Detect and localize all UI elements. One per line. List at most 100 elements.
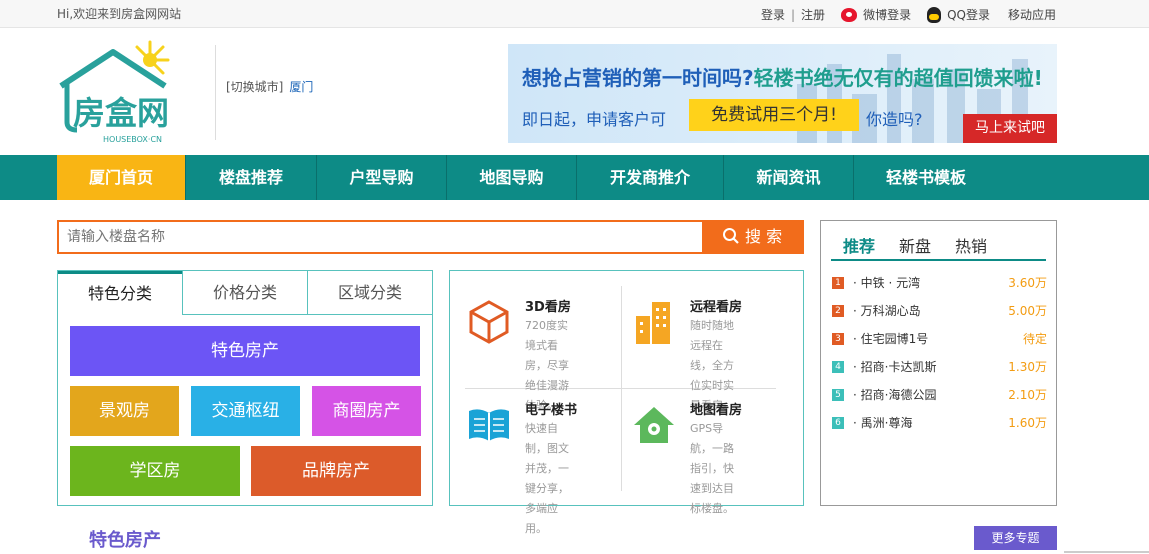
list-item[interactable]: 5 · 招商·海德公园 2.10万 (831, 381, 1047, 409)
list-item[interactable]: 4 · 招商·卡达凯斯 1.30万 (831, 353, 1047, 381)
section-title: 特色房产 (89, 530, 161, 551)
more-topics-button[interactable]: 更多专题 (974, 526, 1057, 550)
nav-item-recommend[interactable]: 楼盘推荐 (186, 155, 317, 200)
try-now-button[interactable]: 马上来试吧 (963, 114, 1057, 143)
recommend-list: 1 · 中铁 · 元湾 3.60万 2 · 万科湖心岛 5.00万 3 · 住宅园博1号 待… (831, 269, 1047, 437)
features-panel: 3D看房 720度实境式看房，尽享绝佳漫游体验。 远程看房 随时随地远程在线，全… (449, 270, 804, 535)
property-price: 1.60万 (1008, 416, 1047, 430)
property-price: 待定 (1022, 332, 1047, 346)
property-name[interactable]: · 招商·海德公园 (853, 381, 936, 409)
property-name[interactable]: · 中铁 · 元湾 (853, 269, 920, 297)
search-input[interactable] (59, 222, 702, 252)
logo-text: 房盒网 (73, 94, 169, 132)
rank-badge: 1 (832, 277, 844, 289)
property-name[interactable]: · 住宅园博1号 (853, 325, 928, 353)
category-commercial-button[interactable]: 商圈房产 (312, 386, 421, 436)
feature-remote[interactable]: 远程看房 随时随地远程在线，全方位实时实景看房。 (630, 296, 785, 412)
banner-question: 想抢占营销的第一时间吗? (522, 66, 754, 90)
building-icon (636, 302, 670, 344)
list-item[interactable]: 6 · 禹洲·尊海 1.60万 (831, 409, 1047, 437)
category-panel: 特色分类 价格分类 区域分类 特色房产 景观房 交通枢纽 商圈房产 学区房 品牌… (57, 270, 433, 506)
search-icon (722, 228, 739, 244)
search-bar: 搜 索 (57, 220, 804, 254)
rank-badge: 6 (832, 417, 844, 429)
nav-item-developer[interactable]: 开发商推介 (577, 155, 724, 200)
property-price: 3.60万 (1008, 276, 1047, 290)
category-landscape-button[interactable]: 景观房 (70, 386, 179, 436)
list-item[interactable]: 1 · 中铁 · 元湾 3.60万 (831, 269, 1047, 297)
rank-badge: 5 (832, 389, 844, 401)
search-button-label: 搜 索 (745, 227, 783, 246)
category-tabs: 特色分类 价格分类 区域分类 (58, 271, 432, 315)
greeting-text: Hi,欢迎来到房盒网网站 (57, 7, 182, 21)
feature-desc: GPS导航，一路指引，快速到达目标楼盘。 (690, 422, 734, 515)
mobile-app-link[interactable]: 移动应用 (1008, 6, 1056, 23)
main-nav: 厦门首页 楼盘推荐 户型导购 地图导购 开发商推介 新闻资讯 轻楼书模板 (0, 155, 1149, 200)
logo-divider (215, 45, 216, 140)
logo-sub: HOUSEBOX·CN (103, 135, 162, 144)
site-logo[interactable]: 房盒网 HOUSEBOX·CN (55, 38, 195, 146)
banner-line1: 想抢占营销的第一时间吗?轻楼书绝无仅有的超值回馈来啦! (522, 62, 1043, 91)
property-price: 2.10万 (1008, 388, 1047, 402)
login-link[interactable]: 登录 (761, 6, 785, 23)
category-transport-button[interactable]: 交通枢纽 (191, 386, 300, 436)
category-brand-button[interactable]: 品牌房产 (251, 446, 421, 496)
property-name[interactable]: · 招商·卡达凯斯 (853, 353, 936, 381)
rank-badge: 2 (832, 305, 844, 317)
property-price: 1.30万 (1008, 360, 1047, 374)
tab-recommend[interactable]: 推荐 (831, 233, 887, 259)
property-name[interactable]: · 万科湖心岛 (853, 297, 921, 325)
cube-icon (469, 300, 509, 344)
search-button[interactable]: 搜 索 (702, 222, 802, 252)
feature-title: 远程看房 (690, 300, 743, 315)
banner-offer: 轻楼书绝无仅有的超值回馈来啦! (753, 66, 1043, 90)
qq-icon[interactable] (927, 6, 942, 23)
property-name[interactable]: · 禹洲·尊海 (853, 409, 912, 437)
tab-hot[interactable]: 热销 (943, 233, 999, 259)
tab-price[interactable]: 价格分类 (182, 271, 307, 315)
top-links: 登录 | 注册 微博登录 QQ登录 移动应用 (761, 6, 1056, 23)
book-icon (469, 409, 509, 441)
feature-ebook[interactable]: 电子楼书 快速自制，图文并茂，一键分享，多端应用。 (465, 399, 620, 535)
feature-3d[interactable]: 3D看房 720度实境式看房，尽享绝佳漫游体验。 (465, 296, 620, 412)
category-school-button[interactable]: 学区房 (70, 446, 240, 496)
current-city[interactable]: 厦门 (289, 80, 313, 94)
tab-feature[interactable]: 特色分类 (58, 271, 182, 315)
list-item[interactable]: 3 · 住宅园博1号 待定 (831, 325, 1047, 353)
nav-item-news[interactable]: 新闻资讯 (724, 155, 854, 200)
weibo-login-link[interactable]: 微博登录 (863, 6, 911, 23)
separator: | (791, 7, 796, 22)
tab-region[interactable]: 区域分类 (307, 271, 432, 315)
switch-city-link[interactable]: [切换城市] (226, 80, 283, 94)
logo-house-icon: 房盒网 HOUSEBOX·CN (59, 40, 170, 144)
recommend-tabs: 推荐 新盘 热销 (831, 233, 1046, 261)
nav-item-floorplan[interactable]: 户型导购 (317, 155, 447, 200)
city-switcher: [切换城市] 厦门 (226, 78, 313, 95)
banner-line3: 你造吗? (866, 110, 923, 129)
feature-map[interactable]: 地图看房 GPS导航，一路指引，快速到达目标楼盘。 (630, 399, 785, 515)
feature-title: 3D看房 (525, 300, 571, 315)
feature-title: 地图看房 (690, 403, 743, 418)
qq-login-link[interactable]: QQ登录 (947, 6, 990, 23)
recommend-panel: 推荐 新盘 热销 1 · 中铁 · 元湾 3.60万 2 · 万科湖心岛 5.00万 3… (820, 220, 1057, 506)
category-feature-button[interactable]: 特色房产 (70, 326, 420, 376)
promo-banner[interactable]: 想抢占营销的第一时间吗?轻楼书绝无仅有的超值回馈来啦! 即日起，申请客户可 免费… (508, 44, 1057, 143)
feature-desc: 快速自制，图文并茂，一键分享，多端应用。 (525, 422, 569, 535)
nav-item-templates[interactable]: 轻楼书模板 (854, 155, 998, 200)
nav-item-map[interactable]: 地图导购 (447, 155, 577, 200)
tab-new[interactable]: 新盘 (887, 233, 943, 259)
top-bar: Hi,欢迎来到房盒网网站 登录 | 注册 微博登录 QQ登录 移动应用 (0, 0, 1149, 28)
property-price: 5.00万 (1008, 304, 1047, 318)
divider (1064, 551, 1149, 553)
map-house-icon (634, 407, 674, 443)
feature-title: 电子楼书 (525, 403, 578, 418)
banner-line2: 即日起，申请客户可 (522, 110, 667, 129)
divider (621, 286, 622, 491)
weibo-icon[interactable] (841, 7, 858, 22)
rank-badge: 4 (832, 361, 844, 373)
rank-badge: 3 (832, 333, 844, 345)
nav-item-home[interactable]: 厦门首页 (57, 155, 186, 200)
register-link[interactable]: 注册 (801, 6, 825, 23)
list-item[interactable]: 2 · 万科湖心岛 5.00万 (831, 297, 1047, 325)
free-trial-badge: 免费试用三个月! (689, 99, 859, 131)
